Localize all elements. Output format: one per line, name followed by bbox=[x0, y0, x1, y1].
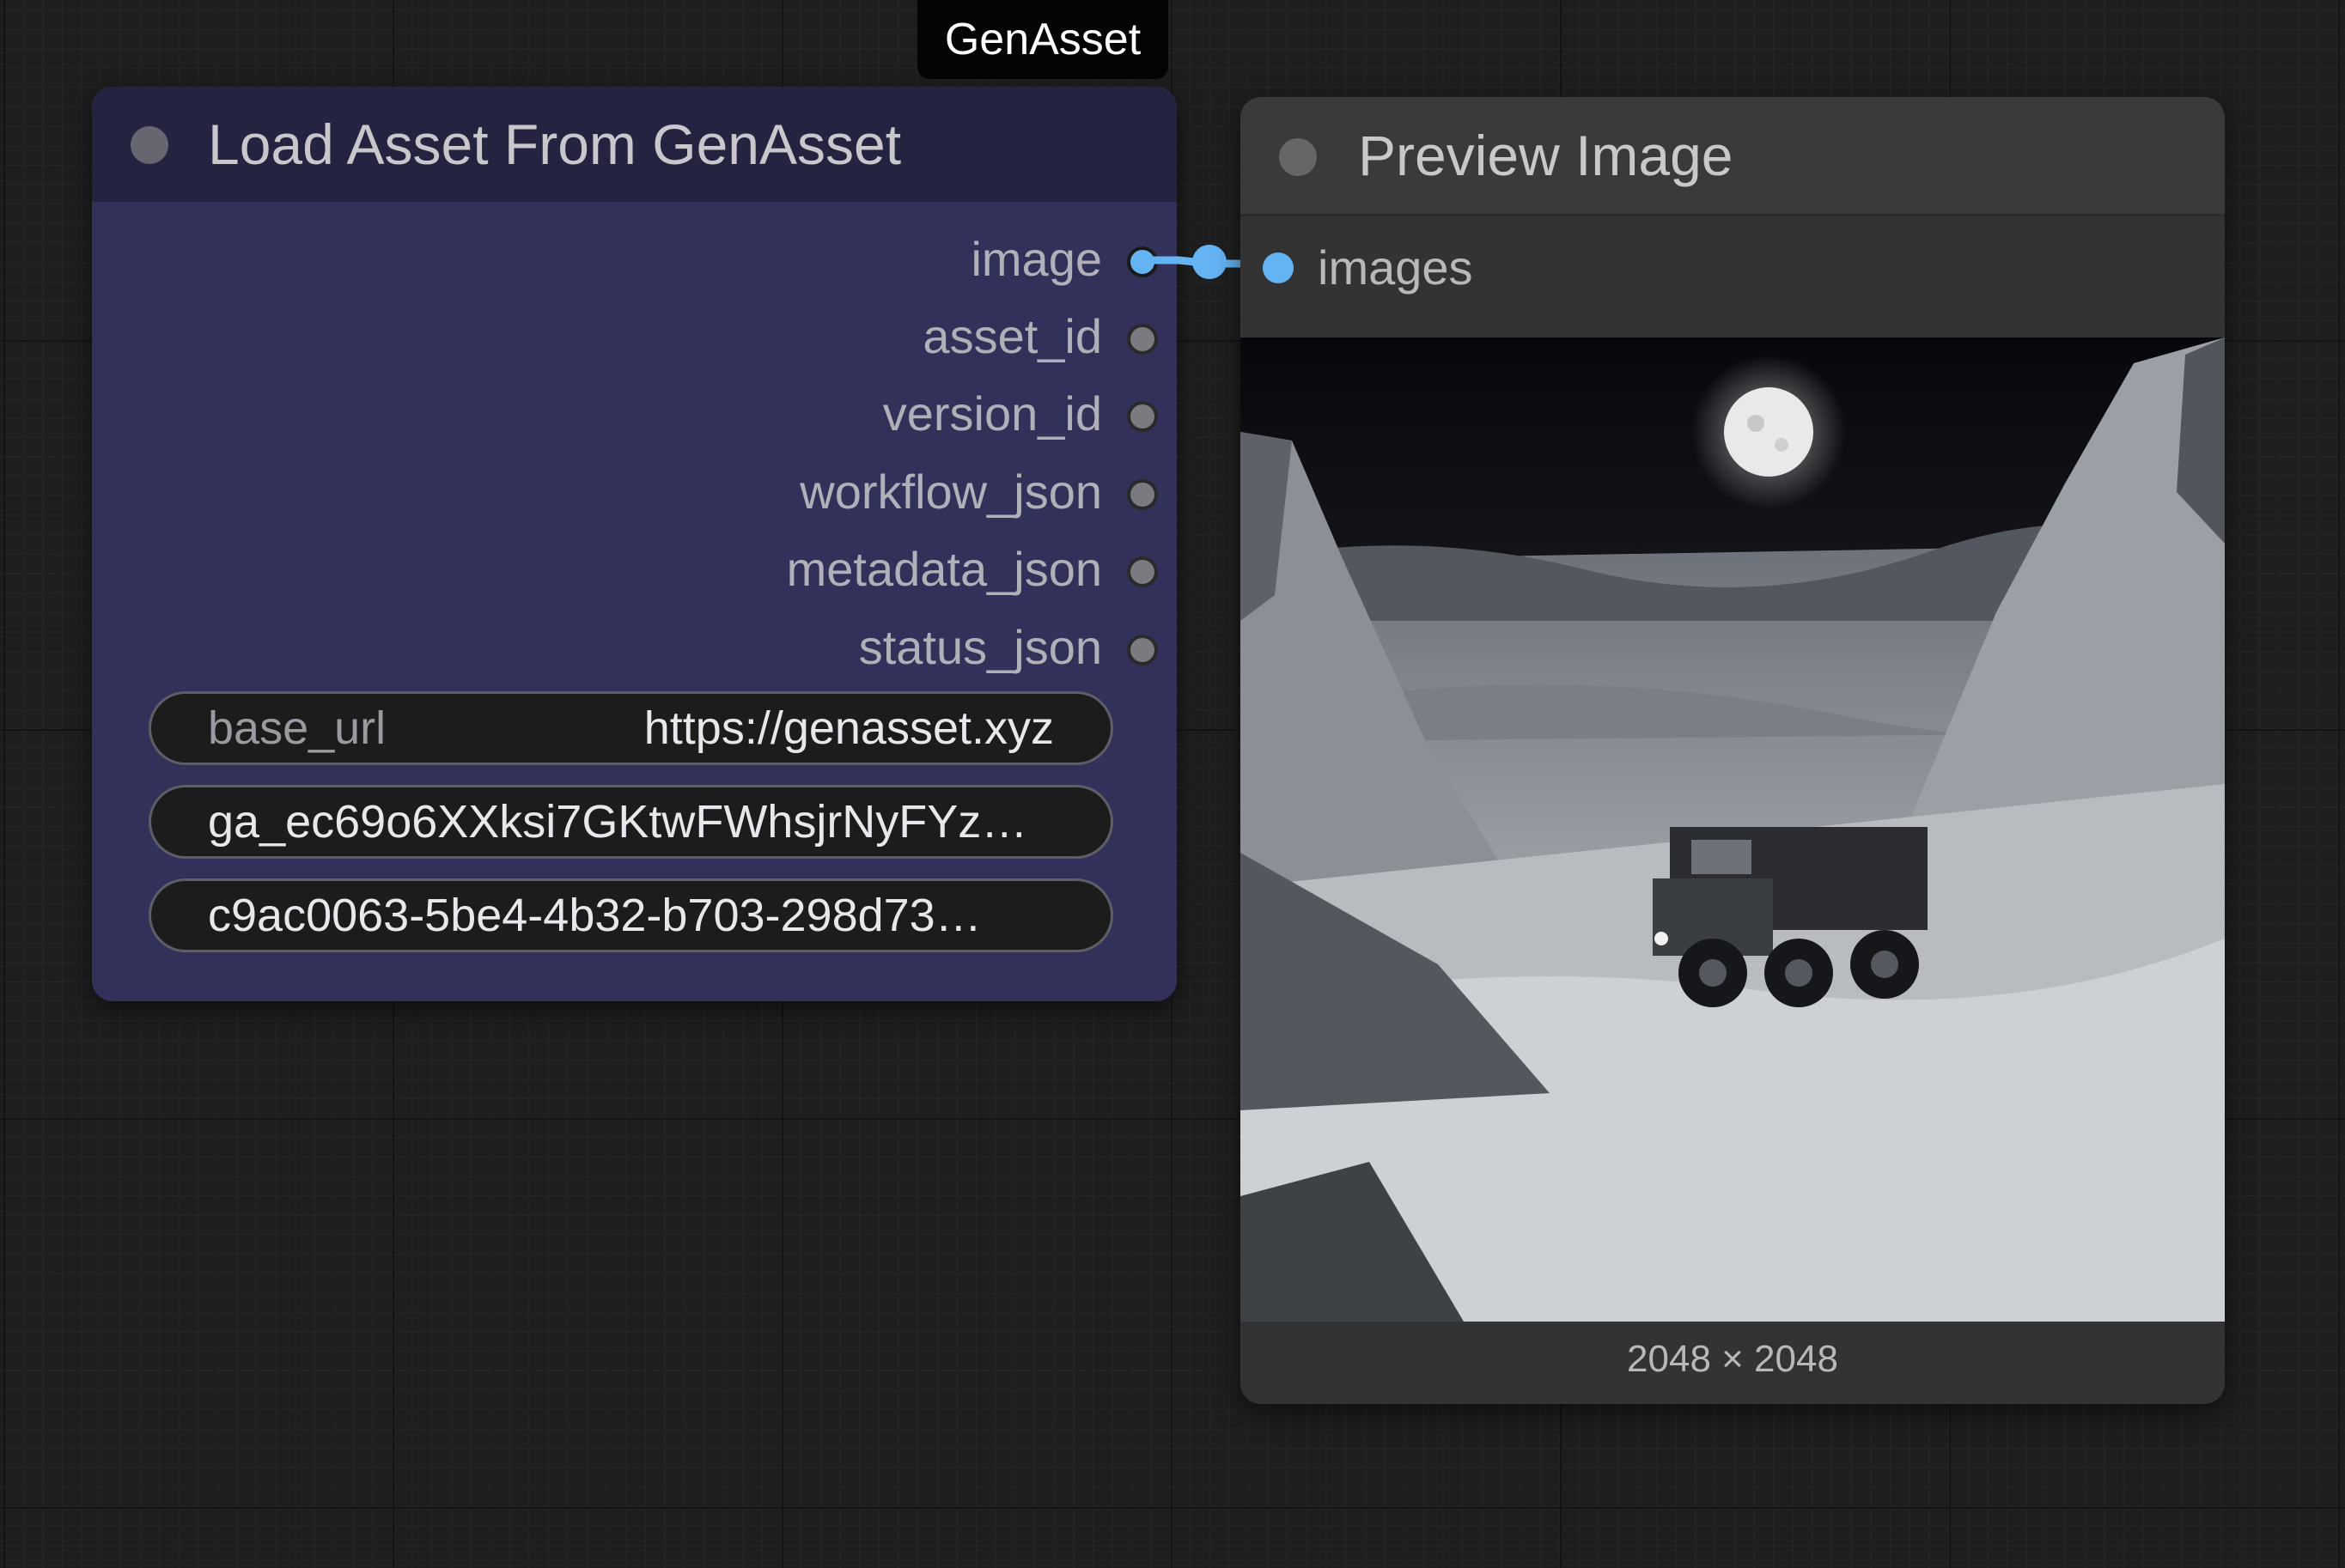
output-label: version_id bbox=[882, 386, 1102, 441]
truck-icon bbox=[1653, 827, 1928, 1007]
node-header[interactable]: Load Asset From GenAsset bbox=[92, 87, 1177, 202]
output-label: metadata_json bbox=[786, 542, 1102, 596]
output-slot-image[interactable]: image bbox=[318, 221, 1177, 298]
node-title: Preview Image bbox=[1358, 124, 1733, 187]
collapse-toggle-icon[interactable] bbox=[131, 126, 168, 164]
output-connector-icon[interactable] bbox=[1127, 556, 1158, 587]
output-slot-asset-id[interactable]: asset_id bbox=[318, 298, 1177, 375]
node-header[interactable]: Preview Image bbox=[1240, 97, 2225, 216]
output-slot-workflow-json[interactable]: workflow_json bbox=[318, 453, 1177, 531]
field-value: https://genasset.xyz bbox=[643, 702, 1054, 754]
base-url-field[interactable]: base_url https://genasset.xyz bbox=[149, 691, 1113, 765]
preview-image[interactable] bbox=[1240, 337, 2225, 1322]
field-value: ga_ec69o6XXksi7GKtwFWhsjrNyFYz… bbox=[208, 796, 1028, 848]
landscape-illustration bbox=[1240, 337, 2225, 1322]
field-value: c9ac0063-5be4-4b32-b703-298d73… bbox=[208, 890, 982, 941]
output-label: image bbox=[971, 232, 1102, 286]
output-connector-icon[interactable] bbox=[1127, 401, 1158, 432]
output-label: status_json bbox=[858, 620, 1102, 674]
node-title: Load Asset From GenAsset bbox=[208, 112, 902, 176]
output-slot-status-json[interactable]: status_json bbox=[318, 609, 1177, 686]
output-connector-icon[interactable] bbox=[1127, 324, 1158, 355]
output-connector-icon[interactable] bbox=[1127, 246, 1158, 277]
load-asset-node[interactable]: Load Asset From GenAsset image asset_id … bbox=[92, 87, 1177, 1001]
input-connector-icon[interactable] bbox=[1263, 252, 1294, 283]
preview-image-node[interactable]: Preview Image images 2048 × 2048 bbox=[1240, 97, 2225, 1404]
output-connector-icon[interactable] bbox=[1127, 479, 1158, 510]
field-label: base_url bbox=[208, 702, 387, 754]
input-label: images bbox=[1318, 240, 1473, 295]
group-label[interactable]: GenAsset bbox=[917, 0, 1168, 79]
output-label: workflow_json bbox=[800, 465, 1102, 519]
image-dimensions: 2048 × 2048 bbox=[1627, 1338, 1838, 1380]
collapse-toggle-icon[interactable] bbox=[1279, 138, 1317, 176]
output-label: asset_id bbox=[923, 309, 1102, 363]
output-slot-metadata-json[interactable]: metadata_json bbox=[318, 531, 1177, 608]
api-key-field[interactable]: ga_ec69o6XXksi7GKtwFWhsjrNyFYz… bbox=[149, 785, 1113, 859]
asset-uuid-field[interactable]: c9ac0063-5be4-4b32-b703-298d73… bbox=[149, 878, 1113, 952]
output-connector-icon[interactable] bbox=[1127, 635, 1158, 665]
output-slot-version-id[interactable]: version_id bbox=[318, 375, 1177, 453]
